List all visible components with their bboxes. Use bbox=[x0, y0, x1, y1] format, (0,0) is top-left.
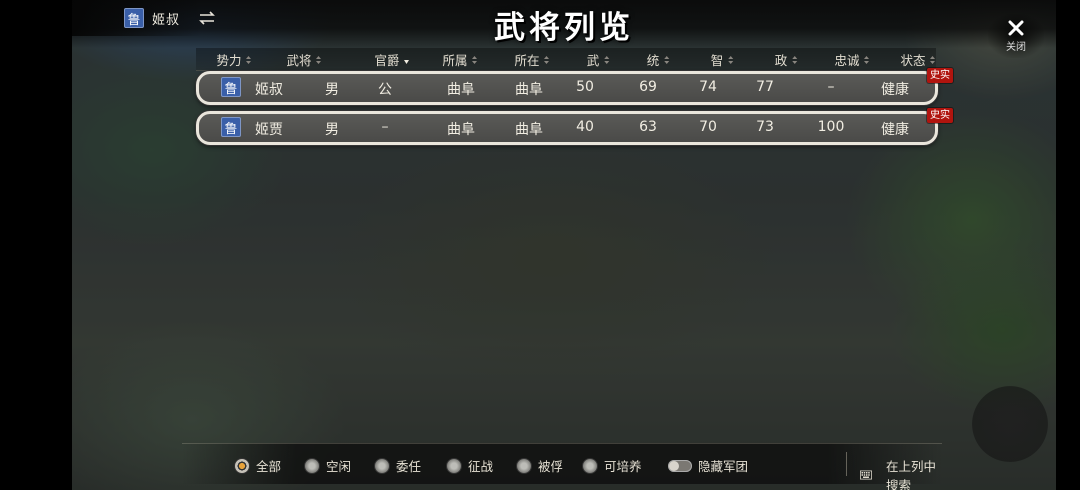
header-war[interactable]: 武 bbox=[587, 50, 610, 69]
radio-icon bbox=[516, 457, 532, 474]
table-header: 势力 武将 官爵 所属 所在 武 统 智 政 忠诚 状态 bbox=[196, 48, 936, 71]
close-icon bbox=[1008, 20, 1024, 36]
stat-intel: 74 bbox=[699, 79, 717, 95]
stat-lead: 63 bbox=[639, 119, 657, 135]
faction-seal: 鲁 bbox=[221, 77, 241, 97]
location: 曲阜 bbox=[515, 122, 543, 138]
header-intel[interactable]: 智 bbox=[711, 50, 734, 69]
page-title: 武将列览 bbox=[494, 10, 634, 46]
stat-lead: 69 bbox=[639, 79, 657, 95]
radio-icon bbox=[304, 457, 320, 474]
stat-politics: 73 bbox=[756, 119, 774, 135]
hide-army-toggle[interactable]: 隐藏军团 bbox=[668, 456, 748, 475]
affiliation: 曲阜 bbox=[447, 122, 475, 138]
sort-icon bbox=[663, 55, 669, 64]
close-button[interactable]: 关闭 bbox=[988, 14, 1044, 58]
table-row[interactable]: 鲁 姬贾 男 – 曲阜 曲阜 40 63 70 73 100 健康 史实 bbox=[196, 108, 953, 145]
status: 健康 bbox=[881, 82, 909, 98]
radio-icon bbox=[374, 457, 390, 474]
header-general[interactable]: 武将 bbox=[286, 50, 322, 69]
general-name: 姬贾 bbox=[255, 122, 283, 138]
filter-all[interactable]: 全部 bbox=[234, 456, 281, 475]
close-label: 关闭 bbox=[1006, 42, 1026, 53]
historical-badge: 史实 bbox=[927, 68, 953, 83]
action-button[interactable] bbox=[972, 386, 1048, 462]
sort-icon bbox=[472, 55, 478, 64]
loyalty: 100 bbox=[817, 119, 845, 135]
status: 健康 bbox=[881, 122, 909, 138]
historical-badge: 史实 bbox=[927, 108, 953, 123]
rank: 公 bbox=[378, 82, 392, 98]
divider bbox=[846, 452, 847, 476]
keyboard-icon bbox=[860, 470, 872, 480]
gender: 男 bbox=[325, 122, 339, 138]
gender: 男 bbox=[325, 82, 339, 98]
sort-icon bbox=[603, 55, 609, 64]
game-screen: 鲁 姬叔 武将列览 关闭 势力 武将 官爵 所属 所在 武 统 智 政 忠诚 状… bbox=[72, 0, 1056, 490]
filter-trainable[interactable]: 可培养 bbox=[582, 456, 642, 475]
toggle-icon bbox=[668, 459, 692, 472]
general-name: 姬叔 bbox=[255, 82, 283, 98]
sort-icon bbox=[316, 55, 322, 64]
location: 曲阜 bbox=[515, 82, 543, 98]
stat-intel: 70 bbox=[699, 119, 717, 135]
radio-icon bbox=[446, 457, 462, 474]
table-row[interactable]: 鲁 姬叔 男 公 曲阜 曲阜 50 69 74 77 – 健康 史实 bbox=[196, 68, 953, 105]
sort-icon bbox=[727, 55, 733, 64]
header-lead[interactable]: 统 bbox=[647, 50, 670, 69]
stat-war: 50 bbox=[576, 79, 594, 95]
sort-desc-icon bbox=[404, 59, 410, 64]
header-rank[interactable]: 官爵 bbox=[374, 50, 410, 69]
filter-captured[interactable]: 被俘 bbox=[516, 456, 563, 475]
sort-icon bbox=[246, 55, 252, 64]
stat-war: 40 bbox=[576, 119, 594, 135]
filter-campaign[interactable]: 征战 bbox=[446, 456, 493, 475]
sort-icon bbox=[544, 55, 550, 64]
header-loyalty[interactable]: 忠诚 bbox=[834, 50, 870, 69]
radio-selected-icon bbox=[234, 457, 250, 474]
loyalty: – bbox=[827, 79, 835, 95]
header-politics[interactable]: 政 bbox=[775, 50, 798, 69]
sort-icon bbox=[930, 55, 936, 64]
affiliation: 曲阜 bbox=[447, 82, 475, 98]
search-button[interactable]: 在上列中搜索 bbox=[860, 456, 942, 490]
faction-seal: 鲁 bbox=[221, 117, 241, 137]
filter-idle[interactable]: 空闲 bbox=[304, 456, 351, 475]
header-location[interactable]: 所在 bbox=[514, 50, 550, 69]
rank: – bbox=[381, 119, 389, 135]
sort-icon bbox=[864, 55, 870, 64]
header-affiliation[interactable]: 所属 bbox=[442, 50, 478, 69]
filter-appointed[interactable]: 委任 bbox=[374, 456, 421, 475]
filter-bar: 全部 空闲 委任 征战 被俘 可培养 隐藏军团 在上列中搜索 bbox=[182, 443, 942, 490]
stat-politics: 77 bbox=[756, 79, 774, 95]
radio-icon bbox=[582, 457, 598, 474]
sort-icon bbox=[791, 55, 797, 64]
header-faction[interactable]: 势力 bbox=[216, 50, 252, 69]
header-status[interactable]: 状态 bbox=[900, 50, 936, 69]
